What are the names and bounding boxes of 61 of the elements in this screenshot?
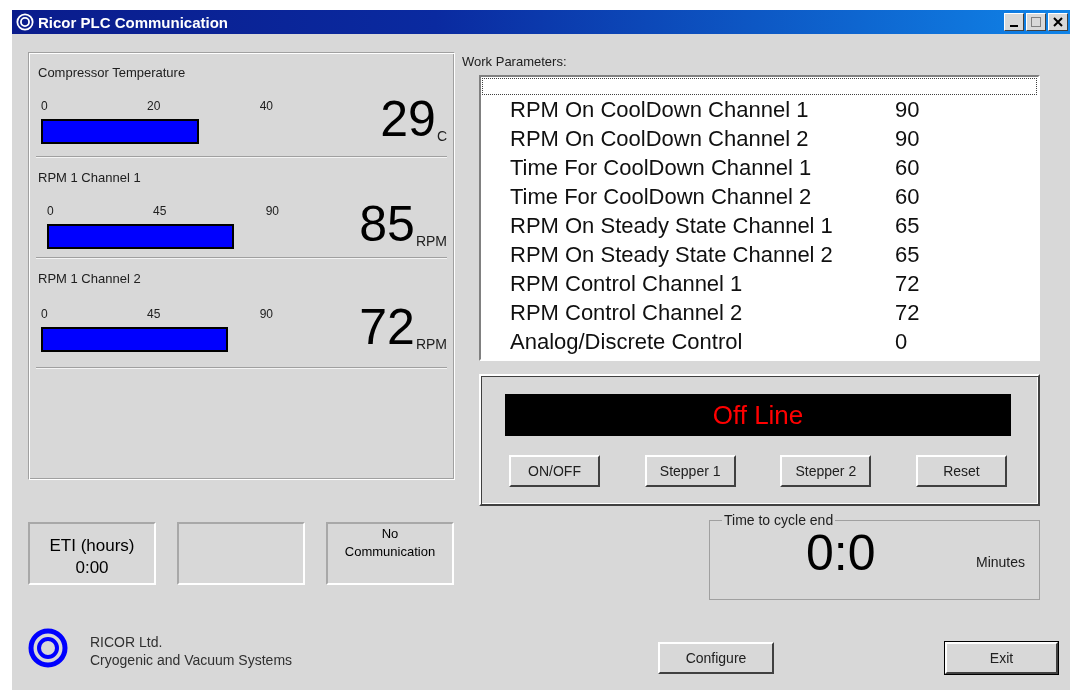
parameter-name: RPM On Steady State Channel 1 [510, 212, 834, 239]
parameter-name: Analog/Discrete Control [510, 328, 744, 355]
window-title: Ricor PLC Communication [38, 13, 229, 31]
scale-label: 90 [259, 307, 273, 321]
close-button[interactable] [1048, 13, 1068, 31]
parameter-name: RPM On Steady State Channel 2 [510, 241, 834, 268]
reading-value: 72 [359, 302, 415, 352]
minimize-button[interactable] [1004, 13, 1024, 31]
logo-icon [28, 628, 68, 668]
parameter-name: RPM On CoolDown Channel 1 [510, 96, 810, 123]
reading-unit: C [436, 128, 447, 144]
company-name: RICOR Ltd. [90, 633, 164, 651]
status-display: Off Line [505, 394, 1011, 436]
parameter-value: 90 [895, 96, 921, 123]
timer-value: 0:0 [806, 528, 876, 578]
section-label: Work Parameters: [462, 54, 568, 69]
parameter-value: 60 [895, 154, 921, 181]
gauge-title: Compressor Temperature [38, 65, 187, 80]
maximize-icon [1031, 17, 1041, 27]
scale-label: 0 [41, 99, 48, 113]
scale-label: 90 [265, 204, 279, 218]
parameter-name: RPM Control Channel 1 [510, 270, 744, 297]
scale-label: 45 [153, 204, 167, 218]
gauge-title: RPM 1 Channel 2 [38, 271, 142, 286]
scale-label: 45 [147, 307, 161, 321]
reading-unit: RPM [415, 336, 447, 352]
close-icon [1053, 17, 1063, 27]
parameter-name: RPM On CoolDown Channel 2 [510, 125, 810, 152]
control-button[interactable]: Stepper 1 [644, 455, 736, 487]
company-tagline: Cryogenic and Vacuum Systems [90, 651, 293, 669]
minimize-icon [1010, 25, 1018, 27]
parameter-value: 65 [895, 241, 921, 268]
gauge-title: RPM 1 Channel 1 [38, 170, 142, 185]
parameter-value: 60 [895, 183, 921, 210]
control-button[interactable]: Reset [915, 455, 1007, 487]
app-icon [16, 13, 34, 31]
maximize-button[interactable] [1026, 13, 1046, 31]
parameter-value: 65 [895, 212, 921, 239]
scale-label: 20 [147, 99, 161, 113]
scale-label: 0 [41, 307, 48, 321]
scale-label: 0 [47, 204, 54, 218]
control-button[interactable]: ON/OFF [509, 455, 600, 487]
reading-value: 85 [359, 199, 415, 249]
status-text: No Communication [344, 525, 436, 561]
focus-row[interactable] [482, 78, 1037, 95]
parameter-value: 0 [895, 328, 909, 355]
dialog-button[interactable]: Configure [658, 642, 774, 674]
reading-value: 29 [380, 94, 436, 144]
parameter-value: 90 [895, 125, 921, 152]
parameter-value: 72 [895, 270, 921, 297]
status-text: ETI (hours) 0:00 [49, 534, 135, 579]
parameter-name: Time For CoolDown Channel 1 [510, 154, 813, 181]
group-label: Time to cycle end [723, 512, 835, 528]
reading-unit: RPM [415, 233, 447, 249]
parameter-value: 72 [895, 299, 921, 326]
parameter-name: RPM Control Channel 2 [510, 299, 744, 326]
parameter-name: Time For CoolDown Channel 2 [510, 183, 813, 210]
dialog-button[interactable]: Exit [945, 642, 1058, 674]
timer-unit: Minutes [975, 554, 1025, 572]
scale-label: 40 [259, 99, 273, 113]
control-button[interactable]: Stepper 2 [780, 455, 872, 487]
